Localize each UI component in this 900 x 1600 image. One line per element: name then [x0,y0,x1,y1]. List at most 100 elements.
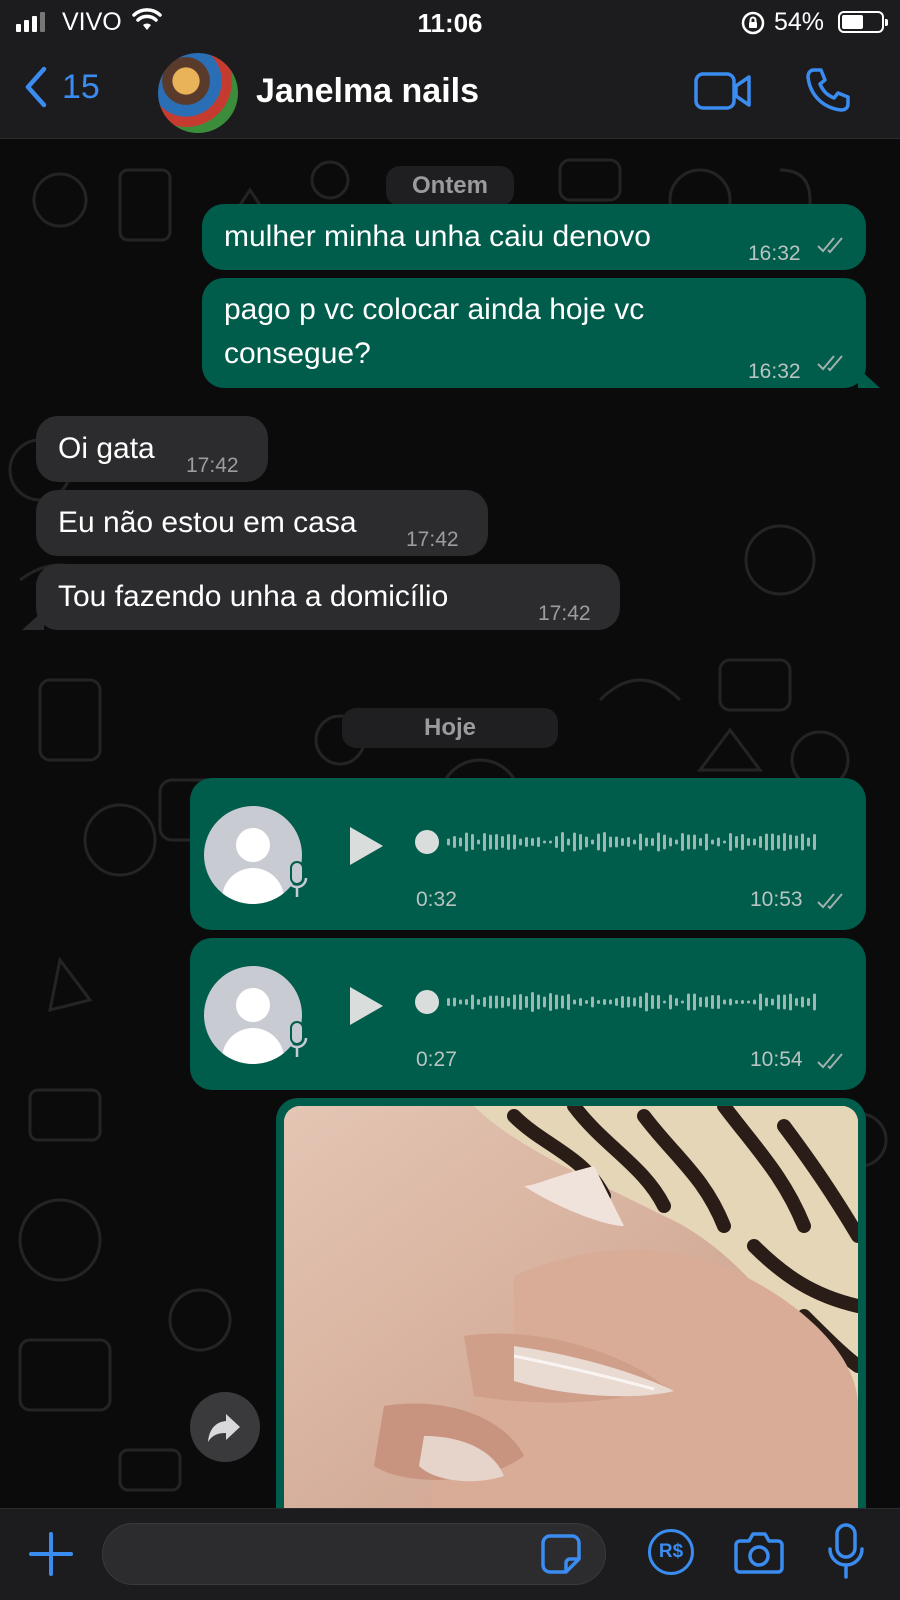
waveform-bar [621,996,624,1008]
waveform-bar [651,995,654,1009]
waveform-bar [795,835,798,849]
waveform-bar [489,995,492,1009]
message-input[interactable] [102,1523,606,1585]
waveform-bar [777,994,780,1010]
waveform-bar [675,839,678,845]
read-ticks-icon [817,237,843,254]
message-time: 17:42 [406,528,459,551]
waveform-bar [729,833,732,851]
waveform[interactable] [415,828,835,856]
waveform-bar [759,836,762,848]
waveform-bar [657,995,660,1009]
video-camera-icon[interactable] [694,70,752,112]
waveform-bar [645,837,648,847]
waveform-bar [513,834,516,850]
waveform-bar [453,836,456,848]
waveform-bar [633,997,636,1007]
voice-message[interactable]: 0:27 10:54 [190,938,866,1090]
waveform-bar [813,834,816,850]
waveform-bar [813,993,816,1011]
waveform-bar [663,1000,666,1004]
voice-message[interactable]: 0:32 10:53 [190,778,866,930]
waveform-bar [651,838,654,846]
message-bubble-incoming[interactable]: Tou fazendo unha a domicílio 17:42 [36,564,620,630]
waveform-bar [609,836,612,848]
waveform-bar [807,998,810,1006]
waveform-bar [573,832,576,852]
microphone-icon [286,861,308,897]
microphone-icon [286,1021,308,1057]
waveform-bar [465,999,468,1005]
waveform-bar [801,996,804,1008]
plus-icon[interactable] [28,1531,74,1577]
waveform-bar [573,999,576,1005]
contact-name[interactable]: Janelma nails [256,72,479,111]
waveform-bar [741,1000,744,1004]
waveform-bar [579,834,582,850]
phone-icon[interactable] [804,66,852,114]
contact-avatar[interactable] [158,53,238,133]
waveform-bar [519,994,522,1010]
waveform-bar [723,840,726,844]
waveform-bar [579,998,582,1006]
microphone-icon[interactable] [826,1523,866,1581]
waveform-bar [747,1000,750,1004]
sticker-icon[interactable] [540,1533,582,1575]
message-text: mulher minha unha caiu denovo [224,220,651,253]
waveform-bar [447,998,450,1006]
message-bubble-outgoing[interactable]: pago p vc colocar ainda hoje vc consegue… [202,278,866,388]
waveform-bar [447,838,450,846]
message-bubble-incoming[interactable]: Oi gata 17:42 [36,416,268,482]
photo-nails[interactable] [284,1106,858,1508]
waveform-bar [771,998,774,1006]
image-message[interactable] [276,1098,866,1508]
waveform[interactable] [415,988,835,1016]
chat-area[interactable]: Ontem mulher minha unha caiu denovo 16:3… [0,140,900,1508]
waveform-bar [795,998,798,1006]
waveform-bar [711,839,714,845]
waveform-bar [477,999,480,1005]
waveform-bar [735,1000,738,1004]
waveform-bar [633,839,636,845]
waveform-bar [777,835,780,849]
message-text-line-2: consegue? [224,337,371,370]
waveform-bar [639,833,642,851]
waveform-bar [501,836,504,848]
waveform-bar [483,997,486,1007]
waveform-bar [507,997,510,1007]
waveform-bar [675,998,678,1006]
message-bubble-outgoing[interactable]: mulher minha unha caiu denovo 16:32 [202,204,866,270]
play-icon[interactable] [346,984,386,1028]
forward-button[interactable] [190,1392,260,1462]
waveform-bar [597,833,600,851]
message-text-line-1: pago p vc colocar ainda hoje vc [224,293,645,326]
waveform-bar [783,833,786,851]
waveform-bar [735,836,738,848]
waveform-bar [615,998,618,1006]
photo-content [284,1106,858,1508]
payment-icon[interactable]: R$ [648,1529,694,1575]
message-time: 10:54 [750,1048,803,1071]
waveform-bar [471,994,474,1010]
play-icon[interactable] [346,824,386,868]
message-bubble-incoming[interactable]: Eu não estou em casa 17:42 [36,490,488,556]
waveform-bar [483,833,486,851]
waveform-bar [783,994,786,1010]
payment-label: R$ [658,1541,684,1562]
camera-icon[interactable] [734,1529,784,1575]
waveform-bar [555,994,558,1010]
waveform-bar [705,833,708,851]
waveform-bar [501,996,504,1008]
waveform-bar [801,833,804,851]
waveform-bar [567,994,570,1010]
waveform-bar [807,837,810,847]
waveform-bar [615,836,618,848]
status-bar: VIVO 11:06 54% [0,0,900,44]
waveform-bar [585,1000,588,1004]
back-button[interactable]: 15 [24,66,100,108]
waveform-bar [567,838,570,846]
waveform-bar [717,837,720,847]
waveform-bar [591,996,594,1008]
waveform-bar [513,994,516,1010]
voice-duration: 0:27 [416,1048,457,1071]
